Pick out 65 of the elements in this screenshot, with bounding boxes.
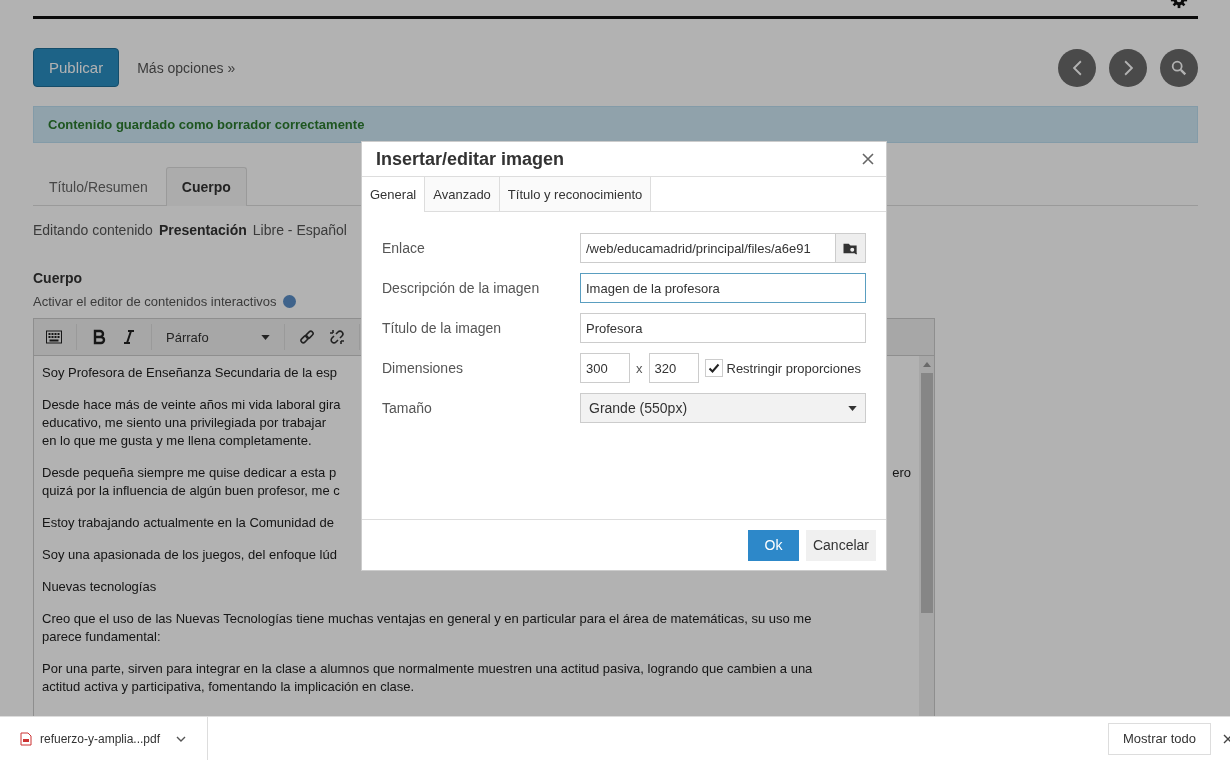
paragraph-text: Nuevas tecnologías [42,578,157,596]
size-select[interactable]: Grande (550px) [580,393,866,423]
dialog-tab[interactable]: General [362,177,426,212]
tab[interactable]: Cuerpo [165,167,247,206]
next-button[interactable] [1109,48,1147,87]
link-icon[interactable] [299,329,315,345]
paragraph-text: actitud activa y participativa, fomentando la implicación en clase. [42,678,415,696]
paragraph-text: Desde pequeña siempre me quise dedicar a esta p [42,464,337,482]
height-field[interactable]: 320 [648,353,699,383]
chevron-left-icon [1072,59,1082,76]
dialog-title: Insertar/editar imagen [376,148,566,170]
success-alert: Contenido guardado como borrador correctamente [33,106,1198,143]
caret-icon [261,334,270,340]
scrollbar[interactable] [919,356,934,716]
paragraph-text: educativo, me siento una privilegiada por trabajar [42,414,326,432]
dialog-tab[interactable]: Título y reconocimiento [499,177,652,211]
previous-button[interactable] [1058,48,1096,87]
editing-label: Editando contenido [33,222,153,238]
content-meta: Libre - Español [252,222,347,238]
folder-search-icon[interactable] [835,233,866,263]
text-field[interactable]: Imagen de la profesora [580,273,866,303]
search-icon [1170,58,1188,77]
format-dropdown[interactable]: Párrafo [166,329,270,345]
caret-icon[interactable] [176,735,187,742]
more-options-link[interactable]: Más opciones » [137,59,236,76]
paragraph-text: Soy Profesora de Enseñanza Secundaria de la esp [42,364,337,382]
text-field[interactable]: Profesora [580,313,866,343]
width-field[interactable]: 300 [580,353,630,383]
paragraph-text: Creo que el uso de las Nuevas Tecnologías tiene muchas ventajas en general y en particular para el área de matemáticas, su uso me [42,610,812,628]
paragraph-text: quizá por la influencia de algún buen profesor, me c [42,482,340,500]
paragraph-text: ero [892,464,911,482]
dimension-separator: x [636,360,643,376]
dialog-tab[interactable]: Avanzado [425,177,500,211]
field-label: Tamaño [382,400,433,416]
paragraph-text: Por una parte, sirven para integrar en la clase a alumnos que normalmente muestren una actitud pasiva, logrando que cambien a una [42,660,813,678]
download-file-name[interactable]: refuerzo-y-amplia...pdf [40,731,161,746]
bold-icon[interactable] [91,329,107,345]
tab[interactable]: Título/Resumen [33,167,164,205]
caret-icon [848,405,857,411]
pdf-file-icon [20,731,32,746]
paragraph-text: Desde hace más de veinte años mi vida laboral gira [42,396,341,414]
paragraph-text: parece fundamental: [42,628,161,646]
keyboard-icon[interactable] [46,329,62,345]
content-name: Presentación [158,222,247,238]
constrain-checkbox[interactable] [704,359,723,377]
constrain-label: Restringir proporciones [726,360,861,376]
search-button[interactable] [1160,48,1198,87]
close-icon[interactable] [1223,733,1230,744]
link-field[interactable]: /web/educamadrid/principal/files/a6e91 [580,233,835,263]
paragraph-text: Estoy trabajando actualmente en la Comunidad de [42,514,334,532]
paragraph-text: Soy una apasionada de los juegos, del enfoque lúd [42,546,337,564]
section-title: Cuerpo [33,270,83,286]
field-label: Dimensiones [382,360,464,376]
chevron-right-icon [1123,59,1133,76]
show-all-button[interactable]: Mostrar todo [1108,722,1211,755]
interactive-editor-link[interactable]: Activar el editor de contenidos interactivos [33,294,277,309]
field-label: Enlace [382,240,426,256]
cancel-button[interactable]: Cancelar [805,529,876,561]
field-label: Título de la imagen [382,320,503,336]
unlink-icon[interactable] [329,329,345,345]
field-label: Descripción de la imagen [382,280,541,296]
close-icon[interactable] [862,153,874,165]
paragraph-text: en lo que me gusta y me llena completamente. [42,432,312,450]
italic-icon[interactable] [121,329,137,345]
ok-button[interactable]: Ok [747,529,799,561]
